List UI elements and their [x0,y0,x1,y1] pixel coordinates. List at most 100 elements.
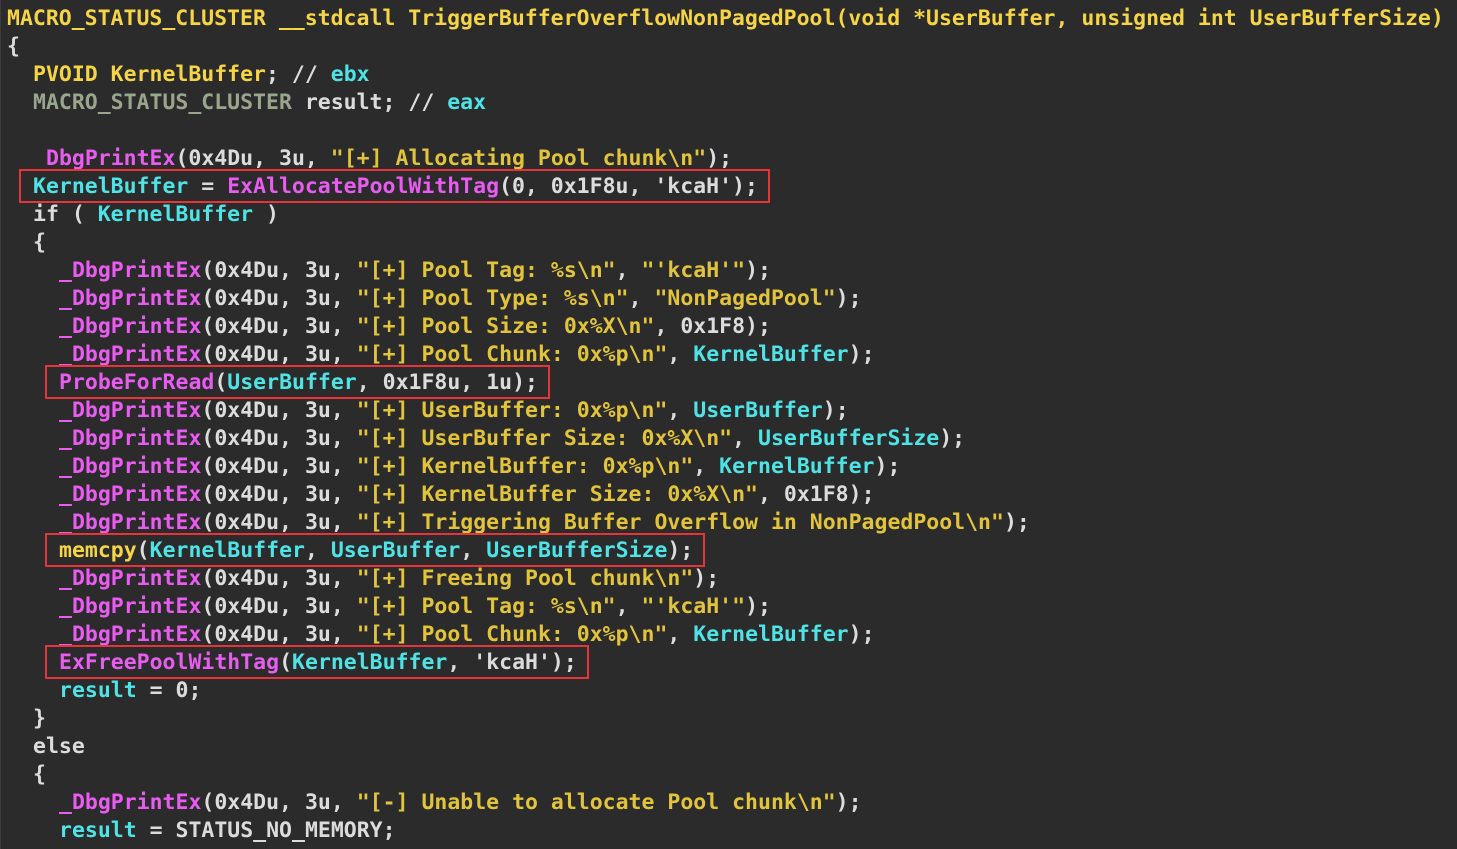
code-line[interactable]: result = STATUS_NO_MEMORY; [59,817,396,845]
code-line[interactable]: _DbgPrintEx(0x4Du, 3u, "[+] Pool Tag: %s… [59,593,771,621]
code-token-type: (void *UserBuffer, unsigned int UserBuff… [835,6,1444,31]
code-token-plain: { [33,762,46,787]
code-token-import[interactable]: _DbgPrintEx [59,482,201,507]
code-line[interactable]: _DbgPrintEx(0x4Du, 3u, "[+] KernelBuffer… [59,453,900,481]
code-token-import[interactable]: _DbgPrintEx [59,342,201,367]
code-line[interactable]: { [7,33,20,61]
code-line[interactable]: } [33,705,46,733]
code-token-import[interactable]: _DbgPrintEx [59,454,201,479]
code-line[interactable]: memcpy(KernelBuffer, UserBuffer, UserBuf… [59,537,693,565]
code-token-plain: ); [745,594,771,619]
code-token-ident[interactable]: UserBufferSize [758,426,939,451]
code-line[interactable]: DbgPrintEx(0x4Du, 3u, "[+] Allocating Po… [46,145,732,173]
code-token-plain: (0x4Du, 3u, [201,258,357,283]
code-token-string: "'kcaH'" [641,594,746,619]
code-line[interactable]: else [33,733,85,761]
code-token-ident[interactable]: KernelBuffer [33,174,188,199]
code-token-plain: ; // [382,90,448,115]
code-line[interactable]: _DbgPrintEx(0x4Du, 3u, "[+] UserBuffer: … [59,397,849,425]
code-token-ident[interactable]: UserBuffer [227,370,356,395]
code-token-ident[interactable]: KernelBuffer [719,454,874,479]
code-token-plain: { [33,230,46,255]
code-token-plain: (0x4Du, 3u, [175,146,331,171]
code-token-plain: else [33,734,85,759]
code-token-plain: = [188,174,228,199]
code-line[interactable]: _DbgPrintEx(0x4Du, 3u, "[+] Pool Tag: %s… [59,257,771,285]
code-token-plain: , [304,538,331,563]
code-token-plain: ); [835,790,862,815]
code-token-plain: (0x4Du, 3u, [201,426,357,451]
code-token-ident[interactable]: KernelBuffer [693,622,848,647]
code-line[interactable]: PVOID KernelBuffer; // ebx [33,61,370,89]
code-line[interactable]: if ( KernelBuffer ) [33,201,279,229]
code-token-ident[interactable]: result [59,678,137,703]
code-line[interactable]: MACRO_STATUS_CLUSTER result; // eax [33,89,486,117]
code-line[interactable]: _DbgPrintEx(0x4Du, 3u, "[+] Pool Chunk: … [59,341,875,369]
code-line[interactable]: _DbgPrintEx(0x4Du, 3u, "[+] Triggering B… [59,509,1030,537]
code-line[interactable]: ProbeForRead(UserBuffer, 0x1F8u, 1u); [59,369,538,397]
code-line[interactable]: KernelBuffer = ExAllocatePoolWithTag(0, … [33,173,758,201]
code-token-import[interactable]: _DbgPrintEx [59,566,201,591]
code-token-plain: if ( [33,202,98,227]
code-token-string: "[+] Pool Size: 0x%X\n" [356,314,655,339]
code-token-plain: ( [214,370,228,395]
code-token-ident[interactable]: KernelBuffer [150,538,305,563]
code-line[interactable]: _DbgPrintEx(0x4Du, 3u, "[+] Pool Chunk: … [59,621,875,649]
code-token-import[interactable]: _DbgPrintEx [59,622,201,647]
code-token-func[interactable]: TriggerBufferOverflowNonPagedPool [408,6,835,31]
code-token-import[interactable]: ExFreePoolWithTag [59,650,279,675]
code-token-ident[interactable]: UserBufferSize [486,538,667,563]
code-line[interactable]: result = 0; [59,677,201,705]
code-line[interactable]: _DbgPrintEx(0x4Du, 3u, "[+] Pool Type: %… [59,285,862,313]
code-token-import[interactable]: _DbgPrintEx [59,286,201,311]
code-token-ident[interactable]: eax [447,90,486,115]
code-token-string: "[+] Pool Tag: %s\n" [356,594,616,619]
code-token-import[interactable]: _DbgPrintEx [59,790,201,815]
pseudocode-view[interactable]: MACRO_STATUS_CLUSTER __stdcall TriggerBu… [0,0,1457,849]
code-token-ident[interactable]: KernelBuffer [693,342,848,367]
code-line[interactable]: _DbgPrintEx(0x4Du, 3u, "[+] KernelBuffer… [59,481,875,509]
code-token-import[interactable]: _DbgPrintEx [59,258,201,283]
code-token-plain: , [628,286,655,311]
code-token-ident[interactable]: result [59,818,137,843]
code-token-import[interactable]: ExAllocatePoolWithTag [227,174,499,199]
code-token-import[interactable]: _DbgPrintEx [59,510,201,535]
code-token-plain: ); [706,146,733,171]
code-token-plain: = 0; [136,678,202,703]
code-token-import[interactable]: _DbgPrintEx [59,314,201,339]
code-token-import[interactable]: ProbeForRead [59,370,214,395]
code-token-import[interactable]: _DbgPrintEx [59,594,201,619]
code-line[interactable]: { [33,229,46,257]
code-token-import[interactable]: _DbgPrintEx [59,426,201,451]
code-line[interactable]: _DbgPrintEx(0x4Du, 3u, "[-] Unable to al… [59,789,862,817]
code-token-plain: ); [667,538,694,563]
code-token-plain: (0x4Du, 3u, [201,314,357,339]
code-token-import[interactable]: DbgPrintEx [46,146,175,171]
code-token-ident[interactable]: UserBuffer [331,538,460,563]
code-token-plain: , [667,342,694,367]
code-token-string: "[+] KernelBuffer: 0x%p\n" [356,454,694,479]
code-token-plain: , [460,538,487,563]
code-token-plain: , 0x1F8); [758,482,875,507]
code-token-ident[interactable]: KernelBuffer [98,202,253,227]
code-token-plain: ); [939,426,966,451]
code-token-ident[interactable]: KernelBuffer [292,650,447,675]
code-token-string: "[-] Unable to allocate Pool chunk\n" [356,790,836,815]
code-line[interactable]: _DbgPrintEx(0x4Du, 3u, "[+] UserBuffer S… [59,425,965,453]
code-token-import[interactable]: _DbgPrintEx [59,398,201,423]
code-token-string: "[+] Pool Chunk: 0x%p\n" [356,342,668,367]
code-line[interactable]: { [33,761,46,789]
code-token-ident[interactable]: UserBuffer [693,398,822,423]
code-token-type: __stdcall [265,6,409,31]
code-token-plain: ); [835,286,862,311]
code-line[interactable]: _DbgPrintEx(0x4Du, 3u, "[+] Freeing Pool… [59,565,719,593]
code-token-plain: ) [253,202,279,227]
code-line[interactable]: MACRO_STATUS_CLUSTER __stdcall TriggerBu… [7,5,1444,33]
code-token-type: KernelBuffer [110,62,267,87]
code-token-ident[interactable]: ebx [331,62,370,87]
code-token-plain: (0x4Du, 3u, [201,398,357,423]
code-line[interactable]: ExFreePoolWithTag(KernelBuffer, 'kcaH'); [59,649,577,677]
code-token-type: memcpy [59,538,137,563]
code-token-string: "[+] Triggering Buffer Overflow in NonPa… [356,510,1004,535]
code-line[interactable]: _DbgPrintEx(0x4Du, 3u, "[+] Pool Size: 0… [59,313,771,341]
